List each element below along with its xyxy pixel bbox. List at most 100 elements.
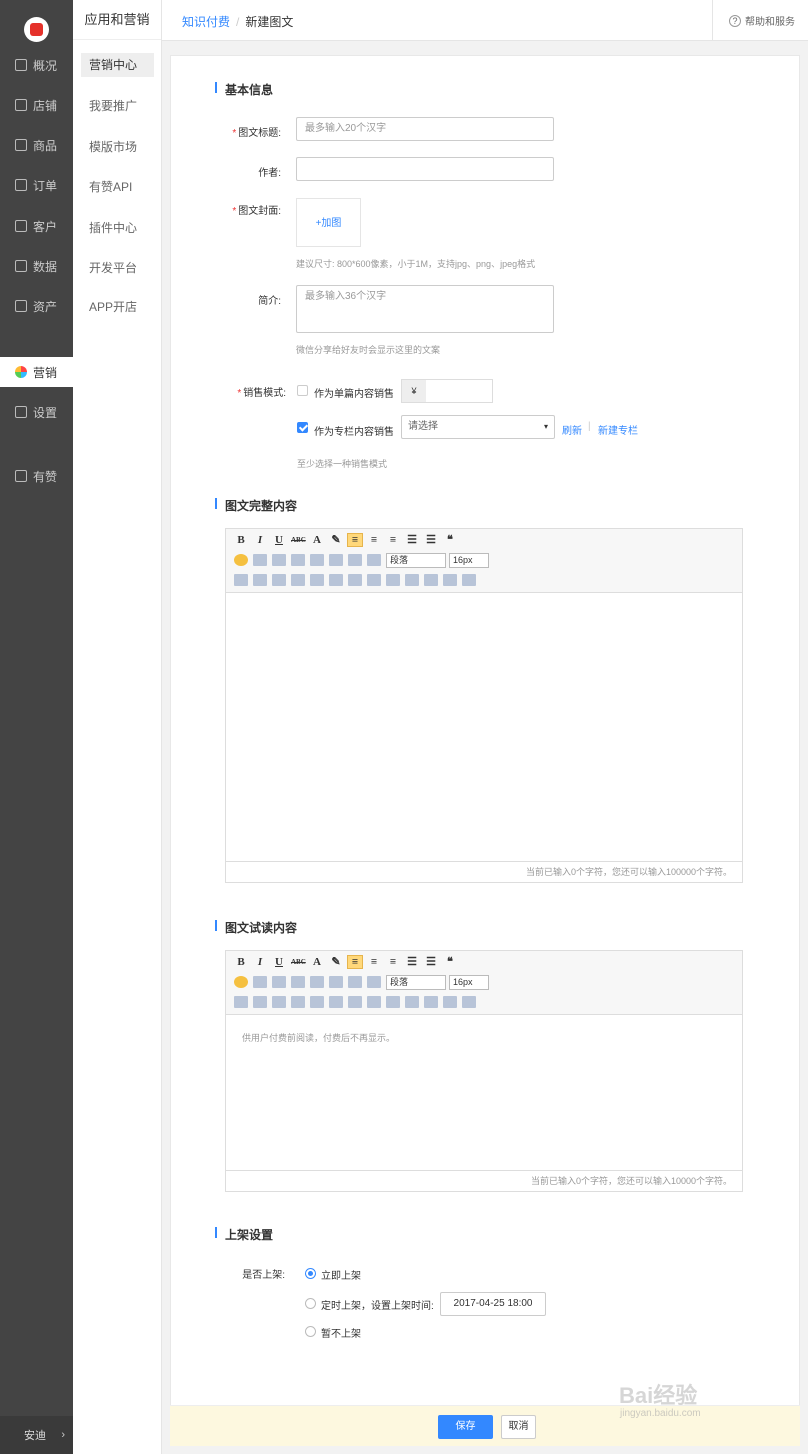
unordered-list-button[interactable]: ☰ [405, 956, 419, 968]
column-select[interactable]: 请选择 ▾ [401, 415, 555, 439]
row-spacing-icon[interactable] [329, 976, 343, 988]
sidebar-item-assets[interactable]: 资产 [0, 291, 73, 321]
image-icon[interactable] [253, 554, 267, 566]
refresh-link[interactable]: 刷新 [562, 422, 582, 437]
table-delete-icon[interactable] [253, 574, 267, 586]
split-columns-icon[interactable] [462, 996, 476, 1008]
split-cells-icon[interactable] [424, 996, 438, 1008]
eraser-icon[interactable] [310, 554, 324, 566]
help-button[interactable]: ? 帮助和服务 [712, 0, 808, 41]
merge-cells-icon[interactable] [367, 996, 381, 1008]
emoji-icon[interactable] [234, 976, 248, 988]
add-cover-button[interactable]: +加图 [296, 198, 361, 247]
delete-row-icon[interactable] [310, 574, 324, 586]
delete-column-icon[interactable] [348, 574, 362, 586]
save-button[interactable]: 保存 [438, 1415, 493, 1439]
align-left-button[interactable]: ≡ [347, 955, 363, 969]
font-color-button[interactable]: A [310, 956, 324, 968]
new-column-link[interactable]: 新建专栏 [598, 422, 638, 437]
insert-column-icon[interactable] [329, 574, 343, 586]
sidebar-item-orders[interactable]: 订单 [0, 170, 73, 200]
paragraph-select[interactable]: 段落 [386, 974, 446, 990]
breadcrumb-parent-link[interactable]: 知识付费 [182, 15, 230, 29]
sidebar-item-customers[interactable]: 客户 [0, 211, 73, 241]
publish-later-radio[interactable] [305, 1326, 316, 1337]
blockquote-button[interactable]: ❝ [443, 956, 457, 968]
table-delete-icon[interactable] [253, 996, 267, 1008]
merge-cells-icon[interactable] [367, 574, 381, 586]
paragraph-spacing-icon[interactable] [348, 976, 362, 988]
save-icon[interactable] [272, 976, 286, 988]
subnav-item-dev-platform[interactable]: 开发平台 [81, 256, 154, 280]
sidebar-item-goods[interactable]: 商品 [0, 130, 73, 160]
author-input[interactable] [296, 157, 554, 181]
align-center-button[interactable]: ≡ [367, 534, 381, 546]
align-right-button[interactable]: ≡ [386, 534, 400, 546]
align-right-button[interactable]: ≡ [386, 956, 400, 968]
subnav-item-app-store[interactable]: APP开店 [81, 295, 154, 319]
sidebar-item-marketing[interactable]: 营销 [0, 357, 73, 387]
italic-button[interactable]: I [253, 956, 267, 968]
publish-now-radio[interactable] [305, 1268, 316, 1279]
insert-column-icon[interactable] [329, 996, 343, 1008]
sidebar-item-store[interactable]: 店铺 [0, 90, 73, 120]
subnav-item-template-market[interactable]: 模版市场 [81, 135, 154, 159]
link-icon[interactable] [291, 976, 305, 988]
underline-button[interactable]: U [272, 534, 286, 546]
ordered-list-button[interactable]: ☰ [424, 956, 438, 968]
sidebar-item-overview[interactable]: 概况 [0, 50, 73, 80]
publish-scheduled-radio[interactable] [305, 1298, 316, 1309]
title-input[interactable]: 最多输入20个汉字 [296, 117, 554, 141]
font-color-button[interactable]: A [310, 534, 324, 546]
cancel-button[interactable]: 取消 [501, 1415, 536, 1439]
font-size-select[interactable]: 16px [449, 552, 489, 568]
font-size-select[interactable]: 16px [449, 974, 489, 990]
save-icon[interactable] [272, 554, 286, 566]
unordered-list-button[interactable]: ☰ [405, 534, 419, 546]
line-height-icon[interactable] [367, 976, 381, 988]
merge-right-icon[interactable] [386, 996, 400, 1008]
emoji-icon[interactable] [234, 554, 248, 566]
split-rows-icon[interactable] [443, 996, 457, 1008]
merge-down-icon[interactable] [405, 996, 419, 1008]
align-left-button[interactable]: ≡ [347, 533, 363, 547]
underline-button[interactable]: U [272, 956, 286, 968]
merge-down-icon[interactable] [405, 574, 419, 586]
bold-button[interactable]: B [234, 534, 248, 546]
image-icon[interactable] [253, 976, 267, 988]
sidebar-item-settings[interactable]: 设置 [0, 397, 73, 427]
sidebar-item-youzan[interactable]: 有赞 [0, 461, 73, 491]
publish-datetime-input[interactable]: 2017-04-25 18:00 [440, 1292, 546, 1316]
full-content-editor-area[interactable] [226, 594, 742, 861]
italic-button[interactable]: I [253, 534, 267, 546]
column-sale-checkbox[interactable] [297, 422, 308, 433]
price-input[interactable]: ¥ [401, 379, 493, 403]
line-height-icon[interactable] [367, 554, 381, 566]
subnav-item-plugins[interactable]: 插件中心 [81, 216, 154, 240]
highlight-button[interactable]: ✎ [329, 534, 343, 546]
split-rows-icon[interactable] [443, 574, 457, 586]
table-caption-icon[interactable] [272, 996, 286, 1008]
intro-textarea[interactable]: 最多输入36个汉字 [296, 285, 554, 333]
subnav-item-marketing-center[interactable]: 营销中心 [81, 53, 154, 77]
split-columns-icon[interactable] [462, 574, 476, 586]
table-insert-icon[interactable] [234, 996, 248, 1008]
table-caption-icon[interactable] [272, 574, 286, 586]
blockquote-button[interactable]: ❝ [443, 534, 457, 546]
sidebar-item-data[interactable]: 数据 [0, 251, 73, 281]
user-menu[interactable]: 安迪 › [0, 1416, 73, 1454]
strikethrough-button[interactable]: ABC [291, 534, 306, 546]
subnav-item-promote[interactable]: 我要推广 [81, 94, 154, 118]
subnav-item-api[interactable]: 有赞API [81, 175, 154, 199]
youzan-logo-icon[interactable] [24, 17, 49, 42]
single-sale-checkbox[interactable] [297, 385, 308, 396]
ordered-list-button[interactable]: ☰ [424, 534, 438, 546]
strikethrough-button[interactable]: ABC [291, 956, 306, 968]
row-spacing-icon[interactable] [329, 554, 343, 566]
split-cells-icon[interactable] [424, 574, 438, 586]
delete-column-icon[interactable] [348, 996, 362, 1008]
paragraph-select[interactable]: 段落 [386, 552, 446, 568]
link-icon[interactable] [291, 554, 305, 566]
table-insert-icon[interactable] [234, 574, 248, 586]
insert-row-icon[interactable] [291, 574, 305, 586]
